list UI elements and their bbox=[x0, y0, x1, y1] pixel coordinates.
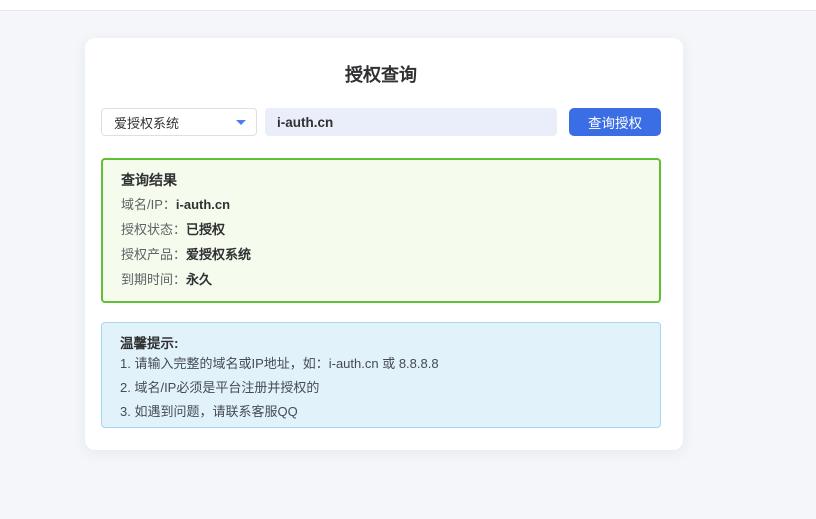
result-row: 授权状态：已授权 bbox=[121, 222, 641, 238]
product-select-value: 爱授权系统 bbox=[114, 113, 179, 132]
result-field-value: 永久 bbox=[186, 272, 212, 287]
tip-item: 1. 请输入完整的域名或IP地址，如：i-auth.cn 或 8.8.8.8 bbox=[120, 352, 642, 376]
product-select[interactable]: 爱授权系统 bbox=[101, 108, 257, 136]
result-row: 到期时间：永久 bbox=[121, 272, 641, 288]
result-field-value: 已授权 bbox=[186, 222, 225, 237]
query-auth-button[interactable]: 查询授权 bbox=[569, 108, 661, 136]
top-bar bbox=[0, 0, 816, 11]
result-field-label: 域名/IP： bbox=[121, 197, 176, 212]
query-form: 爱授权系统 查询授权 bbox=[101, 108, 661, 136]
chevron-down-icon bbox=[236, 120, 246, 125]
tip-item: 2. 域名/IP必须是平台注册并授权的 bbox=[120, 376, 642, 400]
result-panel: 查询结果 域名/IP：i-auth.cn 授权状态：已授权 授权产品：爱授权系统… bbox=[101, 158, 661, 303]
result-field-label: 授权状态： bbox=[121, 222, 186, 237]
page-title: 授权查询 bbox=[101, 64, 661, 86]
result-row: 域名/IP：i-auth.cn bbox=[121, 197, 641, 213]
result-title: 查询结果 bbox=[121, 172, 641, 188]
result-row: 授权产品：爱授权系统 bbox=[121, 247, 641, 263]
domain-input[interactable] bbox=[265, 108, 557, 136]
tips-title: 温馨提示: bbox=[120, 336, 642, 352]
auth-query-card: 授权查询 爱授权系统 查询授权 查询结果 域名/IP：i-auth.cn 授权状… bbox=[85, 38, 683, 450]
result-field-value: i-auth.cn bbox=[176, 197, 230, 212]
tip-item: 3. 如遇到问题，请联系客服QQ bbox=[120, 400, 642, 424]
tips-panel: 温馨提示: 1. 请输入完整的域名或IP地址，如：i-auth.cn 或 8.8… bbox=[101, 322, 661, 428]
result-field-label: 到期时间： bbox=[121, 272, 186, 287]
result-field-value: 爱授权系统 bbox=[186, 247, 251, 262]
result-field-label: 授权产品： bbox=[121, 247, 186, 262]
